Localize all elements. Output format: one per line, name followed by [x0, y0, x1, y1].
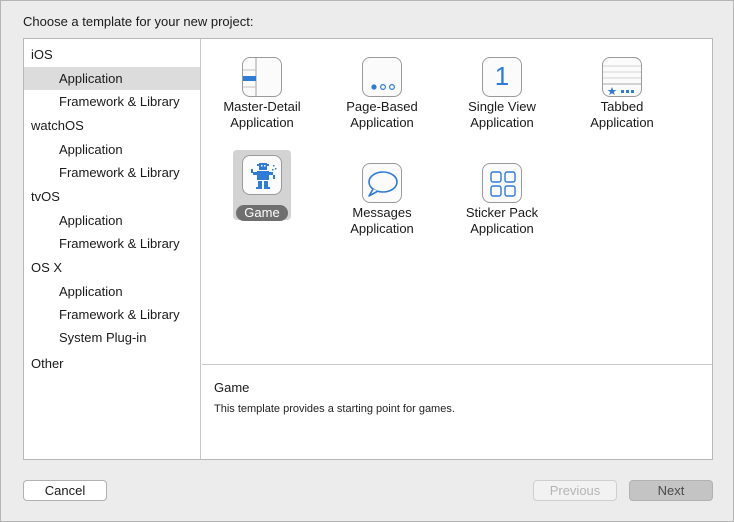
sidebar-item-other[interactable]: Other [24, 351, 200, 376]
sidebar-item-ios-framework-library[interactable]: Framework & Library [24, 90, 200, 113]
previous-button[interactable]: Previous [533, 480, 617, 501]
sidebar-item-osx-framework-library[interactable]: Framework & Library [24, 303, 200, 326]
sidebar-item-osx-system-plugin[interactable]: System Plug-in [24, 326, 200, 349]
template-grid: Master-Detail Application Page-Based App… [202, 39, 712, 365]
sidebar-item-tvos-application[interactable]: Application [24, 209, 200, 232]
new-project-dialog: Choose a template for your new project: … [0, 0, 734, 522]
detail-title: Game [214, 380, 250, 395]
template-label: Page-Based Application [346, 99, 418, 130]
template-label: Single View Application [468, 99, 536, 130]
template-label: Sticker Pack Application [465, 205, 539, 236]
sidebar-item-watchos[interactable]: watchOS [24, 113, 200, 138]
sidebar-item-osx-application[interactable]: Application [24, 280, 200, 303]
sidebar-item-ios[interactable]: iOS [24, 42, 200, 67]
game-icon [242, 155, 282, 195]
template-single-view[interactable]: 1 Single View Application [442, 42, 562, 142]
template-tabbed[interactable]: Tabbed Application [562, 42, 682, 142]
template-master-detail[interactable]: Master-Detail Application [202, 42, 322, 142]
sticker-pack-icon [482, 163, 522, 203]
template-content: Master-Detail Application Page-Based App… [202, 39, 712, 459]
template-page-based[interactable]: Page-Based Application [322, 42, 442, 142]
template-game[interactable]: Game [202, 140, 322, 240]
template-label: Tabbed Application [590, 99, 654, 130]
template-sticker-pack[interactable]: Sticker Pack Application [442, 148, 562, 248]
template-label: Master-Detail Application [223, 99, 301, 130]
detail-description: This template provides a starting point … [214, 403, 455, 415]
next-button[interactable]: Next [629, 480, 713, 501]
master-detail-icon [242, 57, 282, 97]
sidebar-item-tvos[interactable]: tvOS [24, 184, 200, 209]
page-based-icon [362, 57, 402, 97]
template-label: Messages Application [350, 205, 414, 236]
cancel-button[interactable]: Cancel [23, 480, 107, 501]
sidebar-item-tvos-framework-library[interactable]: Framework & Library [24, 232, 200, 255]
template-messages[interactable]: Messages Application [322, 148, 442, 248]
sidebar-item-ios-application[interactable]: Application [24, 67, 200, 90]
sidebar-item-osx[interactable]: OS X [24, 255, 200, 280]
template-label: Game [202, 205, 322, 221]
template-detail-panel: Game This template provides a starting p… [202, 366, 712, 459]
tabbed-icon [602, 57, 642, 97]
dialog-header: Choose a template for your new project: [23, 14, 254, 29]
sidebar-item-watchos-application[interactable]: Application [24, 138, 200, 161]
messages-icon [362, 163, 402, 203]
selected-template-pill: Game [236, 205, 288, 221]
sidebar-item-watchos-framework-library[interactable]: Framework & Library [24, 161, 200, 184]
platform-sidebar: iOS Application Framework & Library watc… [24, 39, 201, 459]
single-view-icon: 1 [482, 57, 522, 97]
template-chooser: iOS Application Framework & Library watc… [23, 38, 713, 460]
